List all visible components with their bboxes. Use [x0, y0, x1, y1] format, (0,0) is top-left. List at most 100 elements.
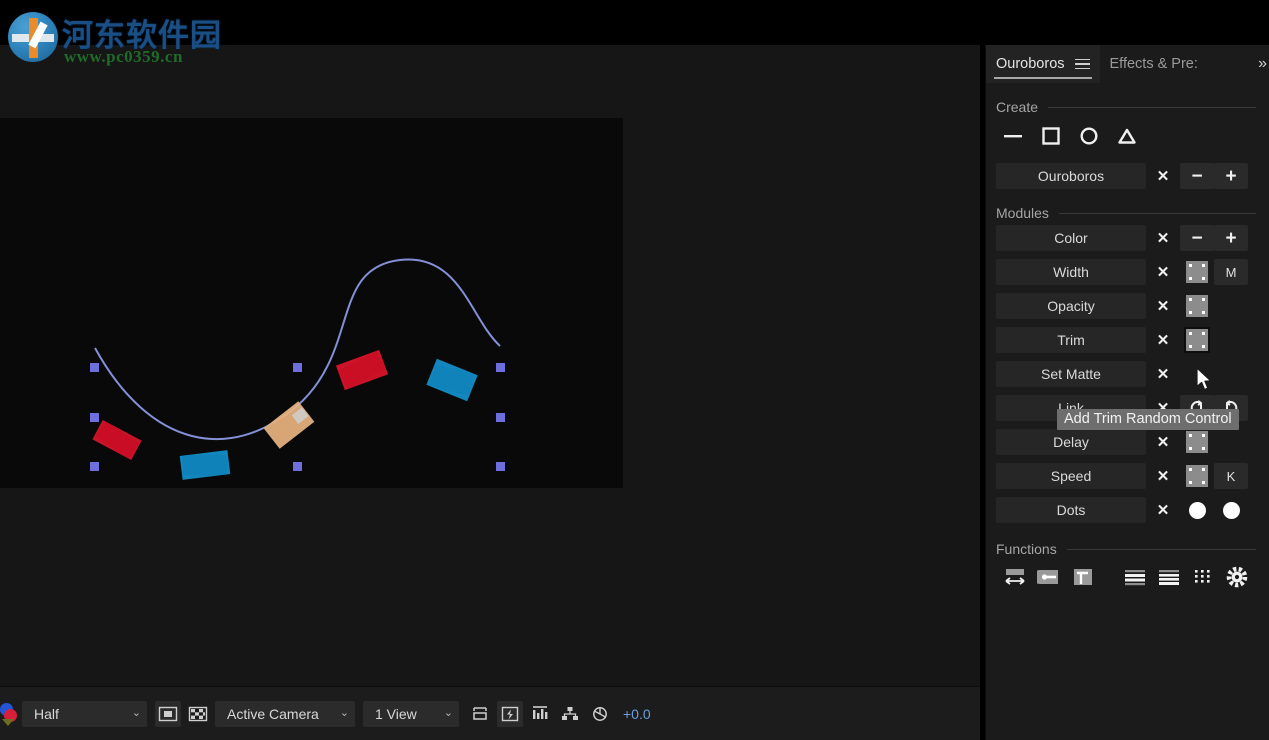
module-row: Set Matte ✕	[996, 361, 1260, 387]
module-row: Speed ✕ K	[996, 463, 1260, 489]
speed-random-control-button[interactable]	[1180, 463, 1214, 489]
create-item-label[interactable]: Ouroboros	[996, 163, 1146, 189]
color-minus-button[interactable]: −	[1180, 225, 1214, 251]
close-icon: ✕	[1156, 433, 1170, 451]
list-rows-icon[interactable]	[1120, 563, 1150, 591]
opacity-random-control-button[interactable]	[1180, 293, 1214, 319]
module-row: Delay ✕	[996, 429, 1260, 455]
section-divider	[1048, 106, 1256, 108]
trim-control-3-empty	[1214, 327, 1248, 353]
expand-panels-icon[interactable]: »	[1258, 55, 1269, 73]
resolution-quality-select[interactable]: Half ⌄	[22, 700, 147, 727]
module-speed-delete-button[interactable]: ✕	[1146, 463, 1180, 489]
module-color-delete-button[interactable]: ✕	[1146, 225, 1180, 251]
close-icon: ✕	[1156, 229, 1170, 247]
resolution-quality-value: Half	[34, 705, 59, 722]
color-plus-button[interactable]: +	[1214, 225, 1248, 251]
create-item-minus-button[interactable]: −	[1180, 163, 1214, 189]
module-row: Dots ✕	[996, 497, 1260, 523]
filled-circle-icon	[1222, 501, 1240, 519]
module-row: Color ✕ − +	[996, 225, 1260, 251]
tab-ouroboros[interactable]: Ouroboros	[986, 45, 1100, 83]
line-shape-icon[interactable]	[1000, 123, 1026, 149]
section-header-modules: Modules	[996, 205, 1260, 221]
exposure-value[interactable]: +0.0	[623, 706, 651, 722]
module-delay-delete-button[interactable]: ✕	[1146, 429, 1180, 455]
viewer-stage[interactable]	[0, 45, 980, 686]
module-row: Trim ✕	[996, 327, 1260, 353]
minus-icon: −	[1191, 227, 1203, 249]
close-icon: ✕	[1156, 365, 1170, 383]
module-trim-delete-button[interactable]: ✕	[1146, 327, 1180, 353]
section-title-modules: Modules	[996, 205, 1049, 221]
close-icon: ✕	[1156, 297, 1170, 315]
create-item-plus-button[interactable]: +	[1214, 163, 1248, 189]
plus-icon: +	[1225, 227, 1237, 249]
tab-ouroboros-label: Ouroboros	[996, 56, 1065, 72]
speed-keyframe-k-button[interactable]: K	[1214, 463, 1248, 489]
settings-gear-icon[interactable]	[1222, 563, 1252, 591]
refresh-shutter-icon[interactable]	[587, 701, 613, 727]
create-item-delete-button[interactable]: ✕	[1146, 163, 1180, 189]
module-width-delete-button[interactable]: ✕	[1146, 259, 1180, 285]
transparency-grid-icon[interactable]	[185, 701, 211, 727]
circle-shape-icon[interactable]	[1076, 123, 1102, 149]
close-icon: ✕	[1156, 501, 1170, 519]
align-start-icon[interactable]	[1034, 563, 1064, 591]
module-speed-button[interactable]: Speed	[996, 463, 1146, 489]
composition-viewer-panel: Half ⌄ Active Camera ⌄ 1 View ⌄ +0.0	[0, 45, 980, 740]
view-layout-select[interactable]: 1 View ⌄	[363, 700, 459, 727]
panel-menu-icon[interactable]	[1074, 56, 1090, 73]
module-dots-delete-button[interactable]: ✕	[1146, 497, 1180, 523]
triangle-shape-icon[interactable]	[1114, 123, 1140, 149]
square-shape-icon[interactable]	[1038, 123, 1064, 149]
opacity-control-3-empty	[1214, 293, 1248, 319]
dot-grid-icon[interactable]	[1188, 563, 1218, 591]
chevron-down-icon: ⌄	[339, 707, 349, 719]
chevron-down-icon: ⌄	[131, 707, 141, 719]
corner-path-icon[interactable]	[1068, 563, 1098, 591]
random-control-icon	[1186, 295, 1208, 317]
toggle-mask-paths-icon[interactable]	[467, 701, 493, 727]
camera-select[interactable]: Active Camera ⌄	[215, 700, 355, 727]
modules-list: Color ✕ − + Width ✕ M Opacity ✕ Trim ✕ Set Matte ✕ Li…	[996, 225, 1260, 523]
dots-dot-button-2[interactable]	[1180, 497, 1214, 523]
render-flowchart-icon[interactable]	[557, 701, 583, 727]
delay-random-control-button[interactable]	[1180, 429, 1214, 455]
region-of-interest-icon[interactable]	[155, 700, 181, 727]
timeline-graph-icon[interactable]	[527, 701, 553, 727]
functions-spacer	[1102, 563, 1116, 591]
tab-effects-and-presets-label: Effects & Pre:	[1109, 56, 1198, 72]
dots-dot-button-3[interactable]	[1214, 497, 1248, 523]
module-row: Width ✕ M	[996, 259, 1260, 285]
module-dots-button[interactable]: Dots	[996, 497, 1146, 523]
delay-control-3-empty	[1214, 429, 1248, 455]
right-dock-panel: Ouroboros Effects & Pre: » Create Ourobo…	[985, 45, 1269, 740]
module-set-matte-button[interactable]: Set Matte	[996, 361, 1146, 387]
width-random-control-button[interactable]	[1180, 259, 1214, 285]
module-color-button[interactable]: Color	[996, 225, 1146, 251]
section-header-functions: Functions	[996, 541, 1260, 557]
close-icon: ✕	[1156, 263, 1170, 281]
module-delay-button[interactable]: Delay	[996, 429, 1146, 455]
trim-random-control-button[interactable]	[1180, 327, 1214, 353]
create-shape-buttons	[996, 119, 1260, 153]
viewer-toolbar: Half ⌄ Active Camera ⌄ 1 View ⌄ +0.0	[0, 686, 980, 740]
module-width-button[interactable]: Width	[996, 259, 1146, 285]
create-item-row: Ouroboros ✕ − +	[996, 163, 1260, 189]
channel-color-swatch-icon[interactable]	[0, 697, 17, 731]
module-set-matte-delete-button[interactable]: ✕	[1146, 361, 1180, 387]
module-opacity-delete-button[interactable]: ✕	[1146, 293, 1180, 319]
module-opacity-button[interactable]: Opacity	[996, 293, 1146, 319]
fast-previews-icon[interactable]	[497, 700, 523, 727]
stretch-horizontal-icon[interactable]	[1000, 563, 1030, 591]
view-layout-value: 1 View	[375, 705, 417, 722]
camera-value: Active Camera	[227, 705, 319, 722]
width-keyframe-m-button[interactable]: M	[1214, 259, 1248, 285]
section-header-create: Create	[996, 99, 1260, 115]
module-trim-button[interactable]: Trim	[996, 327, 1146, 353]
tab-effects-and-presets[interactable]: Effects & Pre:	[1100, 45, 1208, 83]
list-rows-alt-icon[interactable]	[1154, 563, 1184, 591]
filled-circle-icon	[1188, 501, 1206, 519]
composition-canvas[interactable]	[0, 118, 623, 488]
